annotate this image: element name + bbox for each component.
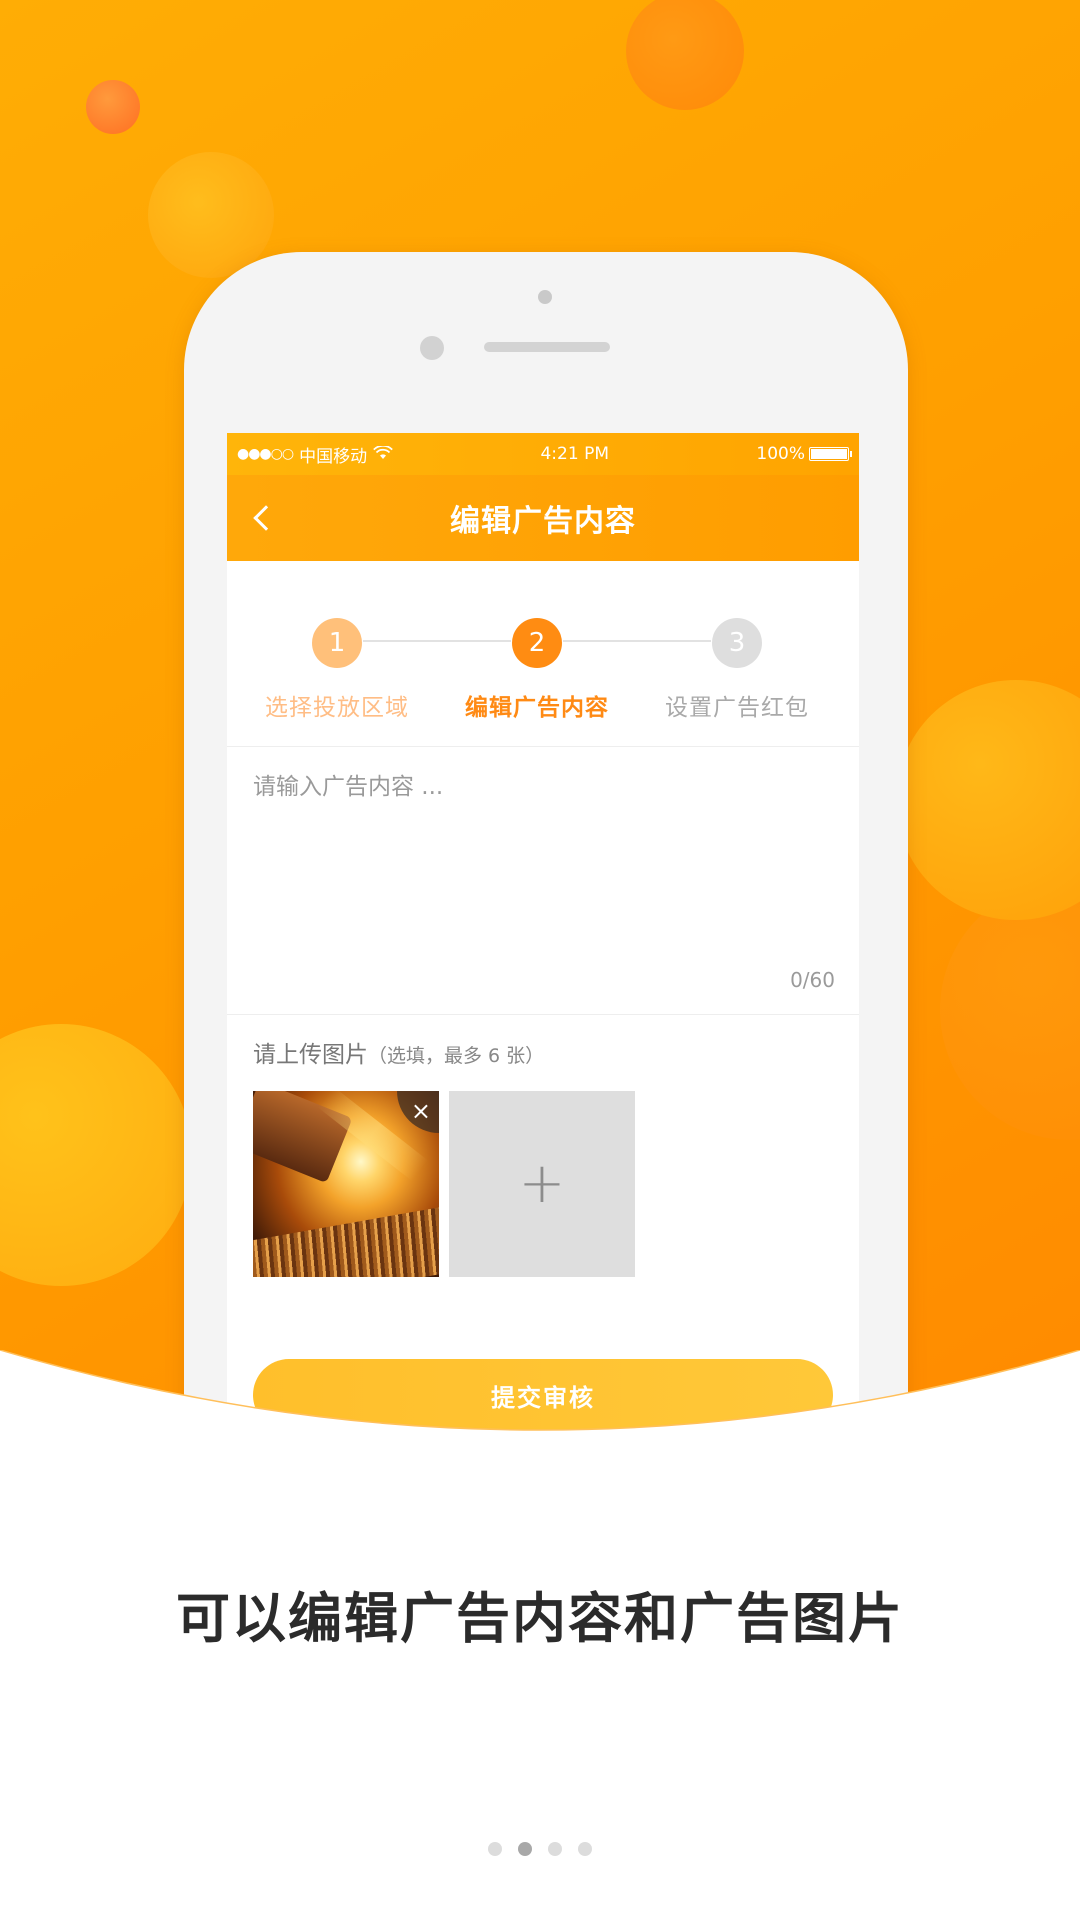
back-button[interactable] — [249, 497, 283, 539]
submit-review-button[interactable]: 提交审核 — [253, 1359, 833, 1431]
page-dot[interactable] — [578, 1842, 592, 1856]
carrier-label: 中国移动 — [299, 446, 368, 467]
nav-bar: 编辑广告内容 — [227, 475, 859, 561]
clock: 4:21 PM — [540, 444, 609, 464]
decorative-bubble — [86, 80, 140, 134]
feature-caption: 可以编辑广告内容和广告图片 — [176, 1587, 904, 1650]
phone-sensor — [538, 290, 552, 304]
decorative-bubble — [0, 1024, 192, 1286]
battery-percent: 100% — [756, 444, 805, 464]
char-counter: 0/60 — [790, 968, 835, 992]
battery-icon — [808, 447, 852, 461]
signal-icon: ●●●○○ — [237, 446, 294, 462]
ad-content-input[interactable] — [253, 767, 833, 967]
page-dot[interactable] — [548, 1842, 562, 1856]
remove-image-icon[interactable]: × — [397, 1091, 439, 1133]
step-indicator: 1 选择投放区域 2 编辑广告内容 3 设置广告红包 — [227, 561, 859, 747]
page-indicator — [0, 1842, 1080, 1856]
image-upload-section: 请上传图片（选填，最多 6 张） × + — [227, 1015, 859, 1277]
step-1: 1 选择投放区域 — [247, 618, 427, 722]
upload-title: 请上传图片 — [253, 1042, 368, 1068]
phone-screen: ●●●○○ 中国移动 4:21 PM 100% 编辑广告内容 1 选择投放区域 … — [227, 433, 859, 1533]
add-image-button[interactable]: + — [449, 1091, 635, 1277]
ad-content-section: 0/60 — [227, 747, 859, 1015]
phone-speaker — [484, 342, 610, 352]
decorative-bubble — [896, 680, 1080, 920]
status-bar: ●●●○○ 中国移动 4:21 PM 100% — [227, 433, 859, 475]
phone-camera — [420, 336, 444, 360]
step-number: 2 — [512, 618, 562, 668]
step-label: 设置广告红包 — [665, 695, 809, 721]
step-label: 编辑广告内容 — [465, 695, 609, 721]
page-dot[interactable] — [488, 1842, 502, 1856]
uploaded-image[interactable]: × — [253, 1091, 439, 1277]
step-number: 3 — [712, 618, 762, 668]
step-2: 2 编辑广告内容 — [447, 618, 627, 722]
step-label: 选择投放区域 — [265, 695, 409, 721]
plus-icon: + — [518, 1151, 566, 1216]
decorative-bubble — [626, 0, 744, 110]
page-dot[interactable] — [518, 1842, 532, 1856]
decorative-bubble — [148, 152, 274, 278]
chevron-left-icon — [253, 505, 279, 531]
page-title: 编辑广告内容 — [450, 504, 636, 539]
step-number: 1 — [312, 618, 362, 668]
upload-hint: （选填，最多 6 张） — [368, 1045, 545, 1067]
wifi-icon — [373, 444, 393, 464]
step-3: 3 设置广告红包 — [647, 618, 827, 722]
